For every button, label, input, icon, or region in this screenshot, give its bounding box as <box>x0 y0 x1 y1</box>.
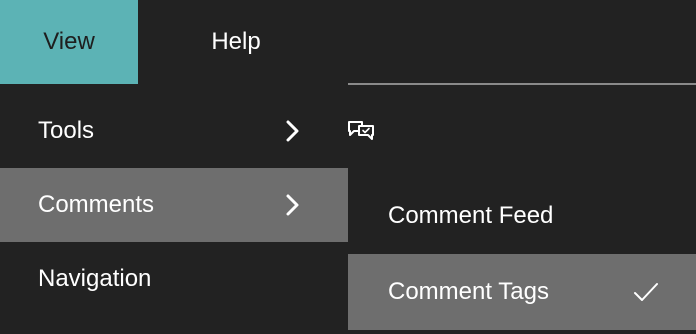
menu-bar: View Help <box>0 0 696 84</box>
menu-item-label: Navigation <box>38 265 152 292</box>
submenu-divider <box>348 83 696 85</box>
chevron-right-icon <box>286 120 299 142</box>
chevron-right-icon <box>286 194 299 216</box>
submenu-item-label: Comment Tags <box>388 278 549 305</box>
menu-item-label: Tools <box>38 117 95 144</box>
menu-item-comments[interactable]: Comments <box>0 168 348 242</box>
menu-item-tools[interactable]: Tools <box>0 94 348 168</box>
view-dropdown: Tools Comments Navigation <box>0 94 348 316</box>
submenu-item-comment-feed[interactable]: Comment Feed <box>348 178 696 254</box>
submenu-item-comment-tags[interactable]: Comment Tags <box>348 254 696 330</box>
menu-item-navigation[interactable]: Navigation <box>0 242 348 316</box>
help-menu-label: Help <box>211 28 261 55</box>
help-menu[interactable]: Help <box>176 0 296 84</box>
checkmark-icon <box>634 283 658 301</box>
view-menu[interactable]: View <box>0 0 138 84</box>
comments-icon <box>348 121 374 140</box>
menu-item-label: Comments <box>38 191 155 218</box>
submenu-item-label: Comment Feed <box>388 202 554 229</box>
comments-submenu: Comment Feed Comment Tags <box>348 178 696 330</box>
view-menu-label: View <box>43 28 95 55</box>
